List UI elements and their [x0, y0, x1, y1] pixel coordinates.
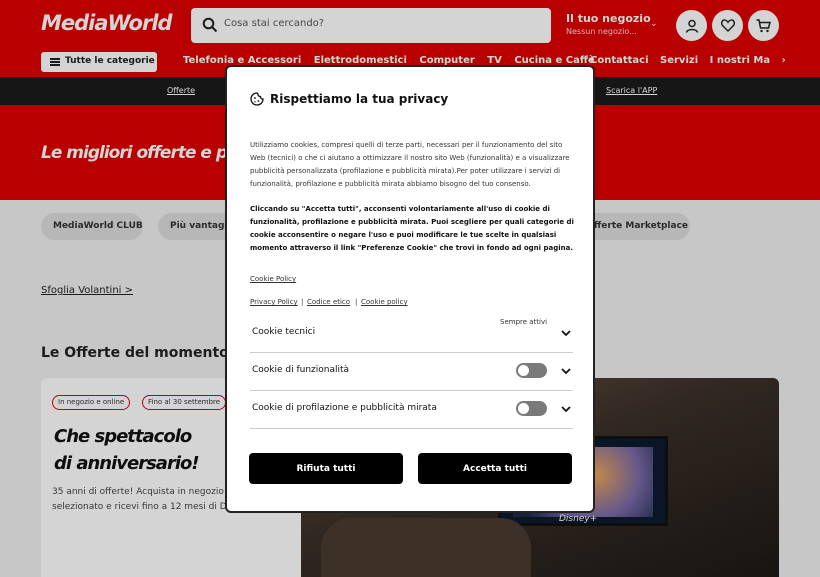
profiling-toggle[interactable]	[516, 401, 547, 416]
always-active-label: Sempre attivi	[500, 318, 548, 326]
privacy-policy-link[interactable]: Privacy Policy	[250, 298, 298, 306]
cookie-icon	[250, 92, 264, 106]
cookie-policy-link[interactable]: Cookie Policy	[250, 275, 296, 283]
cookie-category-label: Cookie di profilazione e pubblicità mira…	[252, 403, 437, 413]
cookie-category-label: Cookie tecnici	[252, 327, 316, 337]
accept-all-button[interactable]: Accetta tutti	[418, 453, 572, 484]
functionality-toggle[interactable]	[516, 363, 547, 378]
dialog-title: Rispettiamo la tua privacy	[250, 92, 448, 106]
link-separator: |	[301, 298, 304, 306]
cookie-category-profiling[interactable]: Cookie di profilazione e pubblicità mira…	[250, 391, 573, 429]
cookie-policy-link-2[interactable]: Cookie policy	[361, 298, 408, 306]
consent-description: Cliccando su "Accetta tutti", acconsenti…	[250, 205, 574, 252]
cookie-consent-dialog: Rispettiamo la tua privacy Utilizziamo c…	[225, 65, 595, 513]
chevron-down-icon[interactable]	[560, 327, 572, 339]
cookie-category-functionality[interactable]: Cookie di funzionalità	[250, 353, 573, 391]
cookie-category-technical[interactable]: Cookie tecnici Sempre attivi	[250, 315, 573, 353]
chevron-down-icon[interactable]	[560, 365, 572, 377]
link-separator: |	[355, 298, 358, 306]
chevron-down-icon[interactable]	[560, 403, 572, 415]
cookie-category-label: Cookie di funzionalità	[252, 365, 350, 375]
ethics-code-link[interactable]: Codice etico	[307, 298, 350, 306]
reject-all-button[interactable]: Rifiuta tutti	[249, 453, 403, 484]
privacy-description: Utilizziamo cookies, compresi quelli di …	[250, 141, 570, 188]
